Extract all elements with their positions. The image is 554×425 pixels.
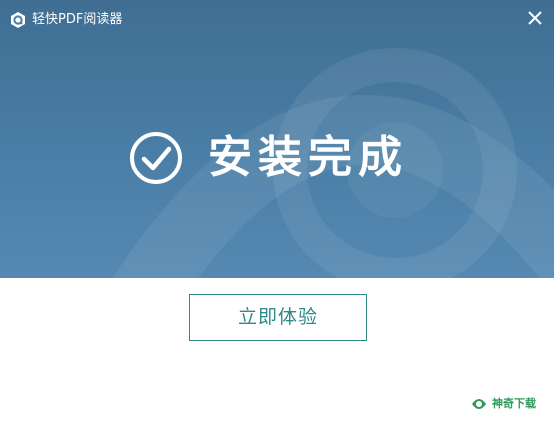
close-button[interactable] [522,6,548,30]
status-text: 安装完成 [208,132,408,183]
window-title: 轻快PDF阅读器 [32,12,123,27]
close-icon [528,11,542,25]
app-logo-icon [11,12,25,28]
title-bar[interactable]: 轻快PDF阅读器 [0,0,554,40]
check-circle-icon [130,132,182,184]
installer-window: 轻快PDF阅读器 安装完成 立即体验 神奇下载 [0,0,554,425]
start-now-button[interactable]: 立即体验 [189,294,367,341]
brand-text: 神奇下载 [492,397,536,410]
header-banner: 轻快PDF阅读器 安装完成 [0,0,554,278]
brand-logo-icon [472,399,486,409]
